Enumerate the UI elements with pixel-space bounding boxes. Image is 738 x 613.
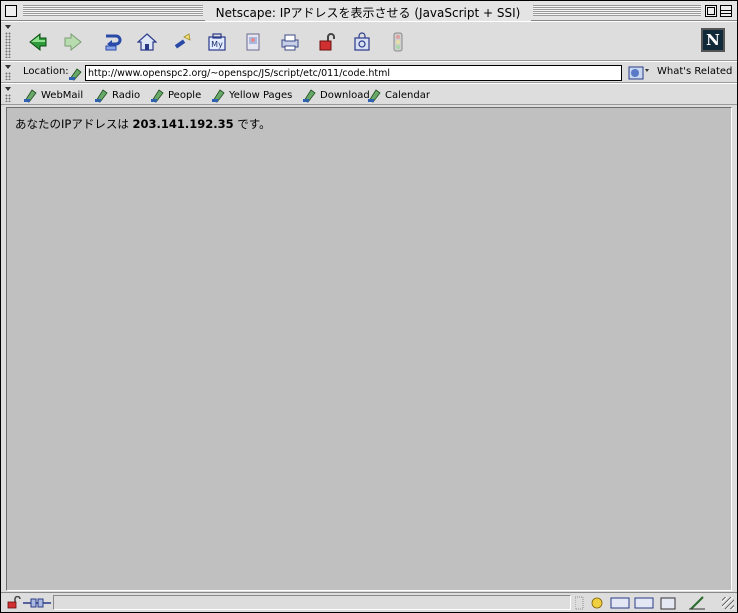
images-icon <box>246 33 260 51</box>
images-button[interactable] <box>239 28 267 56</box>
back-button[interactable] <box>24 28 52 56</box>
window-title: Netscape: IPアドレスを表示させる (JavaScript + SSI… <box>205 4 531 21</box>
page-proxy-icon[interactable] <box>67 65 83 81</box>
my-netscape-icon: My <box>208 33 226 51</box>
security-lock-icon[interactable] <box>7 596 21 609</box>
search-button[interactable] <box>168 28 196 56</box>
personal-toolbar: WebMail Radio People Yellow Pages Downlo… <box>1 83 737 105</box>
back-arrow-icon <box>29 32 47 52</box>
bookmark-icon <box>151 89 164 103</box>
component-bar-icons[interactable] <box>575 595 719 611</box>
toolbar-grip[interactable] <box>4 86 12 102</box>
bookmark-label: Radio <box>112 90 141 101</box>
print-icon <box>281 34 299 51</box>
bookmark-label: Yellow Pages <box>229 90 293 101</box>
toolbar-grip[interactable] <box>4 24 12 58</box>
ip-message-prefix: あなたのIPアドレスは <box>15 117 133 131</box>
ip-message: あなたのIPアドレスは 203.141.192.35 です。 <box>15 116 271 132</box>
title-stripes-right <box>533 5 701 16</box>
shop-button[interactable] <box>348 28 376 56</box>
forward-arrow-icon <box>64 32 82 52</box>
stop-icon <box>393 32 403 52</box>
netscape-logo[interactable]: N <box>701 28 725 52</box>
security-lock-icon <box>319 33 335 51</box>
location-toolbar: Location: What's Related <box>1 61 737 83</box>
connection-plug-icon <box>23 598 51 608</box>
bookmark-label: Calendar <box>385 90 430 101</box>
shop-bag-icon <box>354 32 370 51</box>
my-netscape-button[interactable]: My <box>203 28 231 56</box>
svg-text:My: My <box>211 40 223 49</box>
bookmark-icon <box>368 89 381 103</box>
ip-address: 203.141.192.35 <box>132 117 234 131</box>
resize-grip[interactable] <box>722 597 734 609</box>
title-bar[interactable]: Netscape: IPアドレスを表示させる (JavaScript + SSI… <box>1 1 737 21</box>
forward-button[interactable] <box>59 28 87 56</box>
home-button[interactable] <box>133 28 161 56</box>
reload-button[interactable] <box>98 28 126 56</box>
security-button[interactable] <box>313 28 341 56</box>
location-label: Location: <box>23 66 69 77</box>
status-bar <box>1 592 737 612</box>
status-message <box>53 595 571 610</box>
title-stripes-left <box>23 5 203 16</box>
url-input[interactable] <box>85 65 622 81</box>
whats-related-label[interactable]: What's Related <box>657 66 732 77</box>
bookmark-label: WebMail <box>41 90 84 101</box>
home-icon <box>137 33 157 51</box>
bookmark-label: Download <box>320 90 370 101</box>
close-box[interactable] <box>5 5 17 17</box>
browser-window: Netscape: IPアドレスを表示させる (JavaScript + SSI… <box>0 0 738 613</box>
whats-related-icon[interactable] <box>628 65 650 81</box>
toolbar-grip[interactable] <box>4 64 12 80</box>
bookmark-icon <box>24 89 37 103</box>
page-content: あなたのIPアドレスは 203.141.192.35 です。 <box>6 107 732 591</box>
ip-message-suffix: です。 <box>233 117 271 131</box>
navigation-toolbar: My N <box>1 21 737 61</box>
bookmark-icon <box>303 89 316 103</box>
stop-button[interactable] <box>384 28 412 56</box>
reload-icon <box>105 34 122 51</box>
bookmark-icon <box>212 89 225 103</box>
search-flashlight-icon <box>174 33 191 49</box>
bookmark-icon <box>95 89 108 103</box>
zoom-box[interactable] <box>705 5 717 17</box>
bookmark-label: People <box>168 90 202 101</box>
print-button[interactable] <box>276 28 304 56</box>
collapse-box[interactable] <box>720 5 732 17</box>
